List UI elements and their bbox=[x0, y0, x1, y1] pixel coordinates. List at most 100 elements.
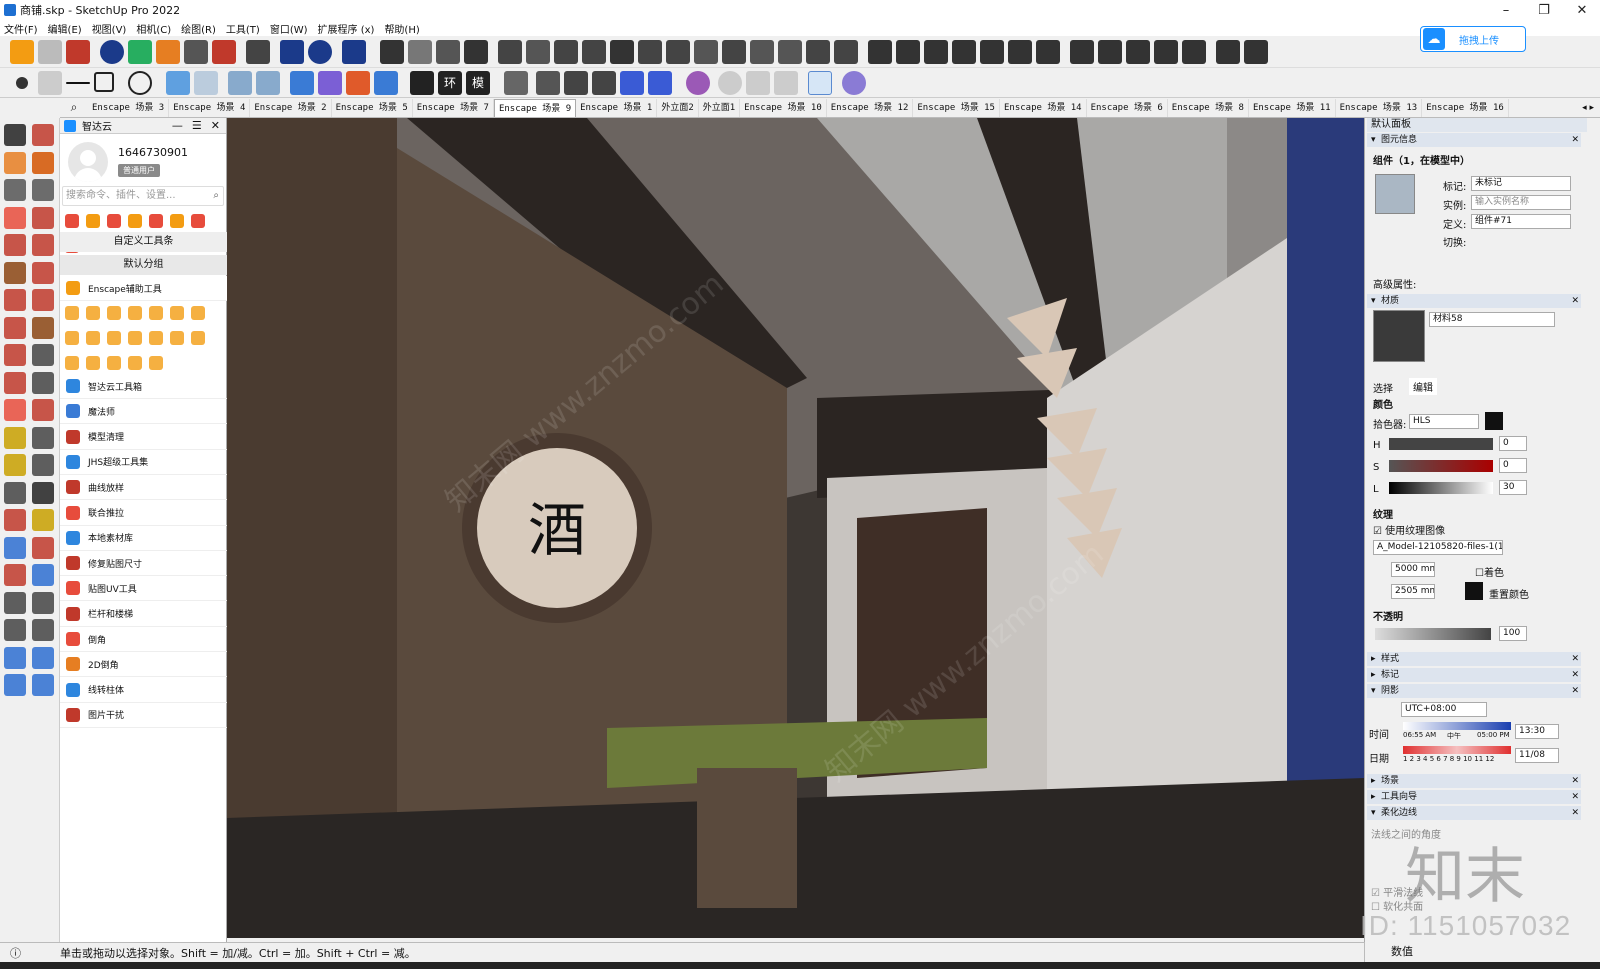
avatar[interactable] bbox=[68, 142, 108, 182]
cone-point-icon[interactable] bbox=[38, 71, 62, 95]
sandbox-a-icon[interactable] bbox=[4, 646, 26, 669]
plugin-list-item[interactable]: 修复贴图尺寸 bbox=[60, 551, 227, 577]
dome-icon[interactable] bbox=[868, 40, 892, 64]
enscape-sub-icon[interactable] bbox=[65, 331, 79, 345]
plugin-list-item[interactable]: JHS超级工具集 bbox=[60, 450, 227, 475]
h-input[interactable]: 0 bbox=[1499, 436, 1527, 451]
rotate-tool-icon[interactable] bbox=[107, 214, 121, 228]
mail-icon[interactable] bbox=[280, 40, 304, 64]
paint-icon[interactable] bbox=[86, 214, 100, 228]
enscape-sub-icon[interactable] bbox=[86, 306, 100, 320]
plugin-list-item[interactable]: 曲线放样 bbox=[60, 475, 227, 501]
rectangle-tool-icon[interactable] bbox=[4, 234, 26, 256]
sandbox-c-icon[interactable] bbox=[4, 674, 26, 696]
cloud-link-icon[interactable] bbox=[166, 71, 190, 95]
plugin-list-item[interactable]: 2D倒角 bbox=[60, 652, 227, 678]
bar-chart-icon[interactable] bbox=[464, 40, 488, 64]
stack-icon[interactable] bbox=[778, 40, 802, 64]
plugin-p-icon[interactable] bbox=[686, 71, 710, 95]
eye-target-icon[interactable] bbox=[718, 71, 742, 95]
scene-tab[interactable]: Enscape 场景 8 bbox=[1168, 98, 1249, 117]
push-pull-icon[interactable] bbox=[32, 344, 54, 366]
pie-icon[interactable] bbox=[4, 316, 26, 339]
enscape-sub-icon[interactable] bbox=[65, 306, 79, 320]
protractor-icon[interactable] bbox=[4, 454, 26, 476]
h-slider[interactable] bbox=[1389, 438, 1493, 450]
upload-button[interactable]: ☁ 拖拽上传 bbox=[1420, 26, 1526, 52]
table-icon[interactable] bbox=[410, 71, 434, 95]
default-group-section[interactable]: 默认分组 bbox=[60, 255, 227, 275]
scene-tab[interactable]: Enscape 场景 16 bbox=[1422, 98, 1509, 117]
cube-b-icon[interactable] bbox=[536, 71, 560, 95]
orbit-icon[interactable] bbox=[32, 124, 54, 146]
component-icon[interactable] bbox=[4, 179, 26, 201]
time-slider[interactable] bbox=[1403, 722, 1511, 730]
cube-c-icon[interactable] bbox=[564, 71, 588, 95]
texture-width-input[interactable]: 5000 mm bbox=[1391, 562, 1435, 577]
tab-scroll-icon[interactable]: ◂ ▸ bbox=[1582, 103, 1600, 113]
box-icon[interactable] bbox=[374, 71, 398, 95]
menu-window[interactable]: 窗口(W) bbox=[270, 21, 308, 36]
clock-icon[interactable] bbox=[808, 71, 832, 95]
material-icon[interactable] bbox=[156, 40, 180, 64]
scale-icon[interactable] bbox=[666, 40, 690, 64]
previous-view-icon[interactable] bbox=[32, 564, 54, 586]
dimension-icon[interactable] bbox=[32, 426, 54, 449]
dots-grid-icon[interactable] bbox=[1098, 40, 1122, 64]
enscape-sub-icon[interactable] bbox=[128, 331, 142, 345]
rail-icon[interactable] bbox=[526, 40, 550, 64]
env-icon[interactable]: 环 bbox=[438, 71, 462, 95]
scene-tab[interactable]: Enscape 场景 6 bbox=[1087, 98, 1168, 117]
scene-tab[interactable]: Enscape 场景 11 bbox=[1249, 98, 1336, 117]
styles-section[interactable]: 样式✕ bbox=[1367, 652, 1581, 666]
pencil-icon[interactable] bbox=[4, 206, 26, 229]
cut-icon[interactable] bbox=[834, 40, 858, 64]
arch-icon[interactable] bbox=[610, 40, 634, 64]
menu-help[interactable]: 帮助(H) bbox=[384, 21, 419, 36]
tag-select[interactable]: 未标记 bbox=[1471, 176, 1571, 191]
scene-tab[interactable]: Enscape 场景 14 bbox=[1000, 98, 1087, 117]
cube-f-icon[interactable] bbox=[648, 71, 672, 95]
materials-section[interactable]: 材质✕ bbox=[1367, 294, 1581, 308]
texture-file-input[interactable]: A_Model-12105820-files-1(1).jpg bbox=[1373, 540, 1503, 555]
enscape-sub-icon[interactable] bbox=[149, 356, 163, 370]
panel-icon[interactable] bbox=[1126, 40, 1150, 64]
close-section-icon[interactable]: ✕ bbox=[1571, 294, 1579, 308]
tags-section[interactable]: 标记✕ bbox=[1367, 668, 1581, 682]
enscape-sub-icon[interactable] bbox=[86, 356, 100, 370]
orbit-tool-icon[interactable] bbox=[4, 509, 26, 531]
walk-icon[interactable] bbox=[4, 619, 26, 641]
scene-tab[interactable]: Enscape 场景 7 bbox=[413, 98, 494, 117]
enscape-sub-icon[interactable] bbox=[65, 356, 79, 370]
section-plane-icon[interactable] bbox=[32, 619, 54, 641]
frame-icon[interactable] bbox=[290, 71, 314, 95]
zoom-window-icon[interactable] bbox=[32, 536, 54, 559]
menu-view[interactable]: 视图(V) bbox=[92, 21, 127, 36]
search-icon[interactable]: ⌕ bbox=[60, 100, 88, 115]
tool-guide-section[interactable]: 工具向导✕ bbox=[1367, 790, 1581, 804]
custom-toolbar-section[interactable]: 自定义工具条 bbox=[60, 232, 227, 252]
scene-tab[interactable]: Enscape 场景 3 bbox=[88, 98, 170, 117]
slab-icon[interactable] bbox=[694, 40, 718, 64]
cloud-refresh-icon[interactable] bbox=[228, 71, 252, 95]
scene-tab[interactable]: Enscape 场景 12 bbox=[827, 98, 914, 117]
menu-panel-icon[interactable]: ☰ bbox=[192, 119, 202, 132]
sheet-icon[interactable] bbox=[746, 71, 770, 95]
spiral-icon[interactable] bbox=[952, 40, 976, 64]
select-tab[interactable]: 选择 bbox=[1373, 380, 1393, 395]
minimize-button[interactable]: – bbox=[1488, 0, 1524, 20]
look-around-icon[interactable] bbox=[32, 591, 54, 614]
three-point-arc-icon[interactable] bbox=[32, 316, 54, 339]
menu-file[interactable]: 文件(F) bbox=[4, 21, 38, 36]
mirror-icon[interactable] bbox=[1070, 40, 1094, 64]
refresh-icon[interactable] bbox=[38, 40, 62, 64]
check-sync-icon[interactable] bbox=[346, 71, 370, 95]
arc-icon[interactable] bbox=[4, 289, 26, 311]
plugin-list-item[interactable]: 智达云工具箱 bbox=[60, 374, 227, 399]
tree-icon[interactable] bbox=[128, 40, 152, 64]
plugin-list-item[interactable]: 联合推拉 bbox=[60, 501, 227, 526]
scene-tab[interactable]: Enscape 场景 15 bbox=[913, 98, 1000, 117]
material-swatch[interactable] bbox=[1373, 310, 1425, 362]
pen-icon[interactable] bbox=[1154, 40, 1178, 64]
panel-search-icon[interactable]: ⌕ bbox=[213, 187, 219, 205]
